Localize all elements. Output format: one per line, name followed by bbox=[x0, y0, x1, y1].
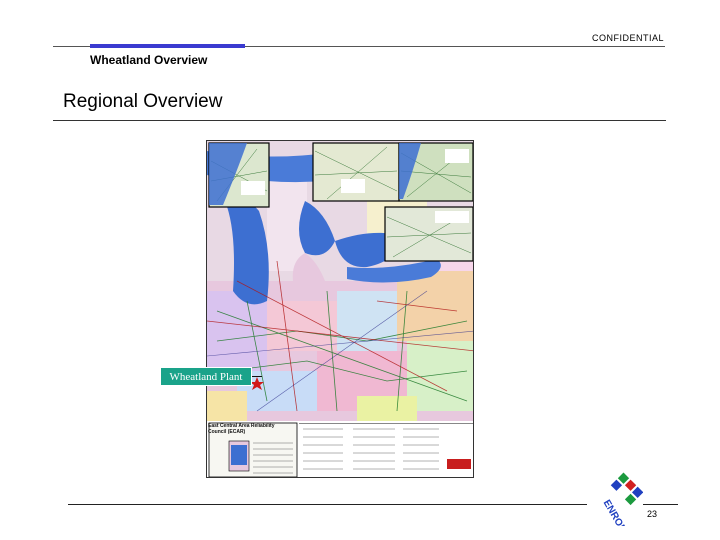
enron-logo-icon: ENRON bbox=[587, 470, 644, 535]
page-number: 23 bbox=[647, 509, 658, 519]
callout-connector bbox=[252, 376, 262, 377]
section-title: Wheatland Overview bbox=[90, 53, 208, 67]
header-accent-bar bbox=[90, 44, 245, 48]
map-legend-title: East Central Area Reliability Council (E… bbox=[208, 423, 275, 435]
wheatland-plant-callout: Wheatland Plant bbox=[160, 367, 252, 386]
page-title: Regional Overview bbox=[63, 91, 223, 112]
title-rule bbox=[53, 120, 666, 121]
confidential-label: CONFIDENTIAL bbox=[591, 33, 664, 43]
enron-logo: ENRON bbox=[587, 470, 644, 535]
